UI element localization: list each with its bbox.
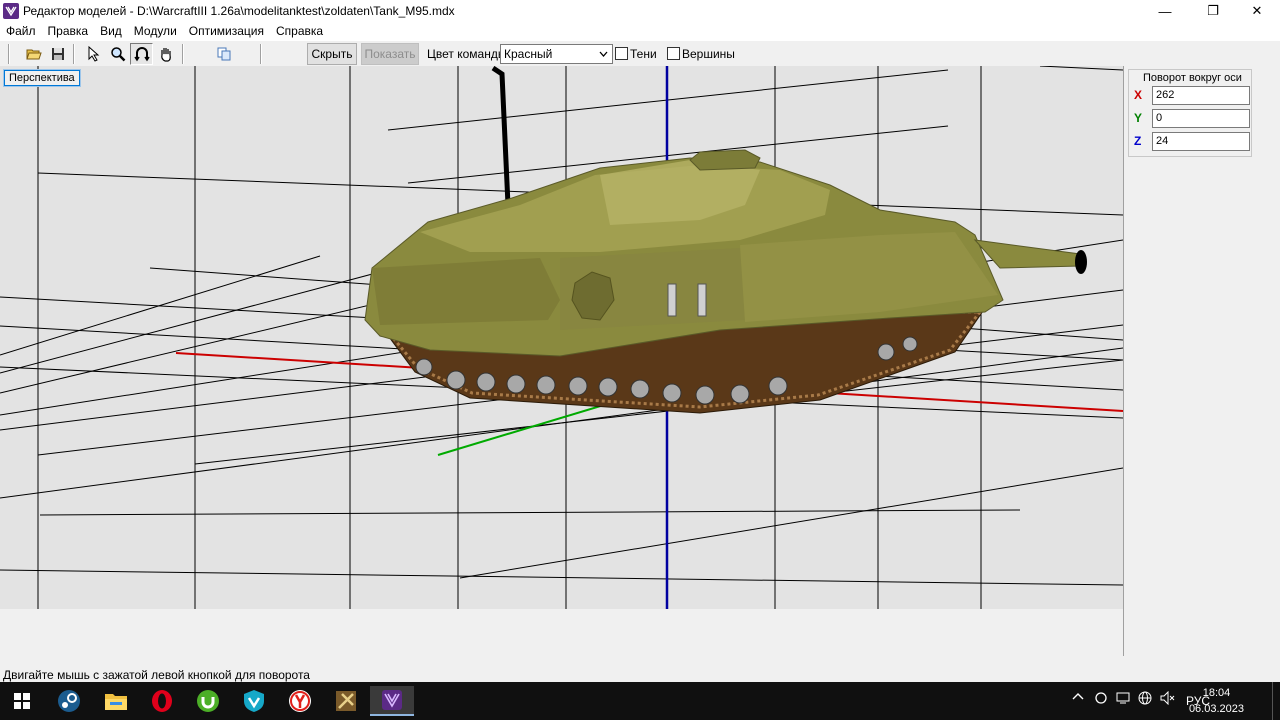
network-icon[interactable] <box>1116 691 1130 708</box>
rotate-arrows-icon <box>133 47 150 62</box>
3d-viewport[interactable]: Перспектива <box>0 66 1123 609</box>
tank-antenna <box>491 66 511 206</box>
steam-taskbar-button[interactable] <box>47 686 91 716</box>
toolbar-separator <box>260 44 262 64</box>
vertices-label: Вершины <box>682 47 735 61</box>
explorer-taskbar-button[interactable] <box>94 686 138 716</box>
team-color-select[interactable]: Красный <box>500 44 613 64</box>
app-window: Редактор моделей - D:\WarcraftIII 1.26a\… <box>0 0 1280 720</box>
shadows-label: Тени <box>630 47 657 61</box>
select-tool-button[interactable] <box>82 43 105 65</box>
floppy-disk-icon <box>51 48 64 60</box>
menu-modules[interactable]: Модули <box>128 22 183 41</box>
title-bar: Редактор моделей - D:\WarcraftIII 1.26a\… <box>0 0 1280 22</box>
cursor-arrow-icon <box>88 46 99 62</box>
x-axis-label: X <box>1134 88 1143 102</box>
status-bar-text: Двигайте мышь с зажатой левой кнопкой дл… <box>3 668 310 682</box>
z-axis-label: Z <box>1134 134 1142 148</box>
shield-vpn-icon <box>244 690 264 712</box>
hand-icon <box>160 48 171 62</box>
y-axis-label: Y <box>1134 111 1143 125</box>
folder-icon <box>105 694 127 710</box>
opera-taskbar-button[interactable] <box>140 686 184 716</box>
save-button[interactable] <box>46 43 69 65</box>
open-folder-icon <box>25 49 42 60</box>
z-rotation-input[interactable]: 24 <box>1152 131 1250 151</box>
rotation-panel: Поворот вокруг оси X 262 Y 0 Z 24 <box>1123 66 1280 656</box>
vertices-checkbox[interactable] <box>667 47 680 60</box>
chevron-down-icon <box>595 45 612 63</box>
globe-icon[interactable] <box>1138 691 1152 708</box>
utorrent-icon <box>197 690 219 712</box>
yandex-browser-icon <box>289 690 311 712</box>
copy-button[interactable] <box>212 43 235 65</box>
menu-view[interactable]: Вид <box>94 22 128 41</box>
menu-edit[interactable]: Правка <box>42 22 95 41</box>
team-color-label: Цвет команды: <box>427 47 510 61</box>
shadows-checkbox[interactable] <box>615 47 628 60</box>
minimize-button[interactable]: — <box>1142 0 1188 22</box>
menu-help[interactable]: Справка <box>270 22 329 41</box>
hide-button[interactable]: Скрыть <box>307 43 357 65</box>
viewport-scene <box>0 66 1123 609</box>
taskbar: РУС 18:04 06.03.2023 <box>0 682 1280 720</box>
window-title: Редактор моделей - D:\WarcraftIII 1.26a\… <box>23 4 455 18</box>
copy-pages-icon <box>217 47 230 61</box>
model-editor-icon <box>382 690 402 710</box>
warcraft-icon <box>336 691 356 711</box>
windows-start-button[interactable] <box>0 686 44 716</box>
toolbar-separator <box>8 44 10 64</box>
menu-optimize[interactable]: Оптимизация <box>183 22 270 41</box>
menu-file[interactable]: Файл <box>0 22 42 41</box>
show-button[interactable]: Показать <box>361 43 419 65</box>
tray-overflow-chevron-icon[interactable] <box>1072 691 1084 706</box>
steam-icon <box>58 690 80 712</box>
warcraft-taskbar-button[interactable] <box>324 686 368 716</box>
rotation-group-title: Поворот вокруг оси <box>1143 72 1242 84</box>
z-rotation-row: Z 24 <box>1134 131 1250 151</box>
pan-tool-button[interactable] <box>154 43 177 65</box>
windows-logo-icon <box>14 693 30 709</box>
yandex-taskbar-button[interactable] <box>278 686 322 716</box>
model-editor-taskbar-button[interactable] <box>370 686 414 716</box>
toolbar-separator <box>73 44 75 64</box>
show-desktop-button[interactable] <box>1272 682 1280 720</box>
clock-date: 06.03.2023 <box>1188 703 1244 715</box>
open-button[interactable] <box>22 43 45 65</box>
clock-time: 18:04 <box>1202 687 1231 699</box>
clock[interactable]: 18:04 06.03.2023 <box>1189 685 1244 717</box>
magnifier-icon <box>110 47 125 62</box>
app-icon <box>3 3 19 19</box>
y-rotation-input[interactable]: 0 <box>1152 108 1250 128</box>
rotate-tool-button[interactable] <box>130 43 153 65</box>
team-color-value: Красный <box>504 47 553 61</box>
restore-button[interactable]: ❐ <box>1190 0 1236 22</box>
x-rotation-input[interactable]: 262 <box>1152 85 1250 105</box>
speaker-muted-icon[interactable] <box>1160 690 1176 708</box>
menu-bar: Файл Правка Вид Модули Оптимизация Справ… <box>0 22 1280 41</box>
zoom-tool-button[interactable] <box>106 43 129 65</box>
blank-tool-button[interactable] <box>188 43 211 65</box>
opera-icon <box>152 690 172 712</box>
x-rotation-row: X 262 <box>1134 85 1250 105</box>
toolbar-separator <box>182 44 184 64</box>
tank-hull <box>364 149 1087 357</box>
perspective-view-label[interactable]: Перспектива <box>3 69 81 87</box>
gun-muzzle <box>1075 250 1087 274</box>
lower-panel <box>0 609 1123 665</box>
blank-tool-button-2[interactable] <box>236 43 259 65</box>
rotation-group: Поворот вокруг оси X 262 Y 0 Z 24 <box>1128 69 1252 157</box>
close-button[interactable]: ✕ <box>1234 0 1280 22</box>
y-rotation-row: Y 0 <box>1134 108 1250 128</box>
vpn-taskbar-button[interactable] <box>232 686 276 716</box>
utorrent-taskbar-button[interactable] <box>186 686 230 716</box>
toolbar: Скрыть Показать Цвет команды: Красный Те… <box>0 41 1280 66</box>
tray-app-icon[interactable] <box>1094 691 1108 708</box>
